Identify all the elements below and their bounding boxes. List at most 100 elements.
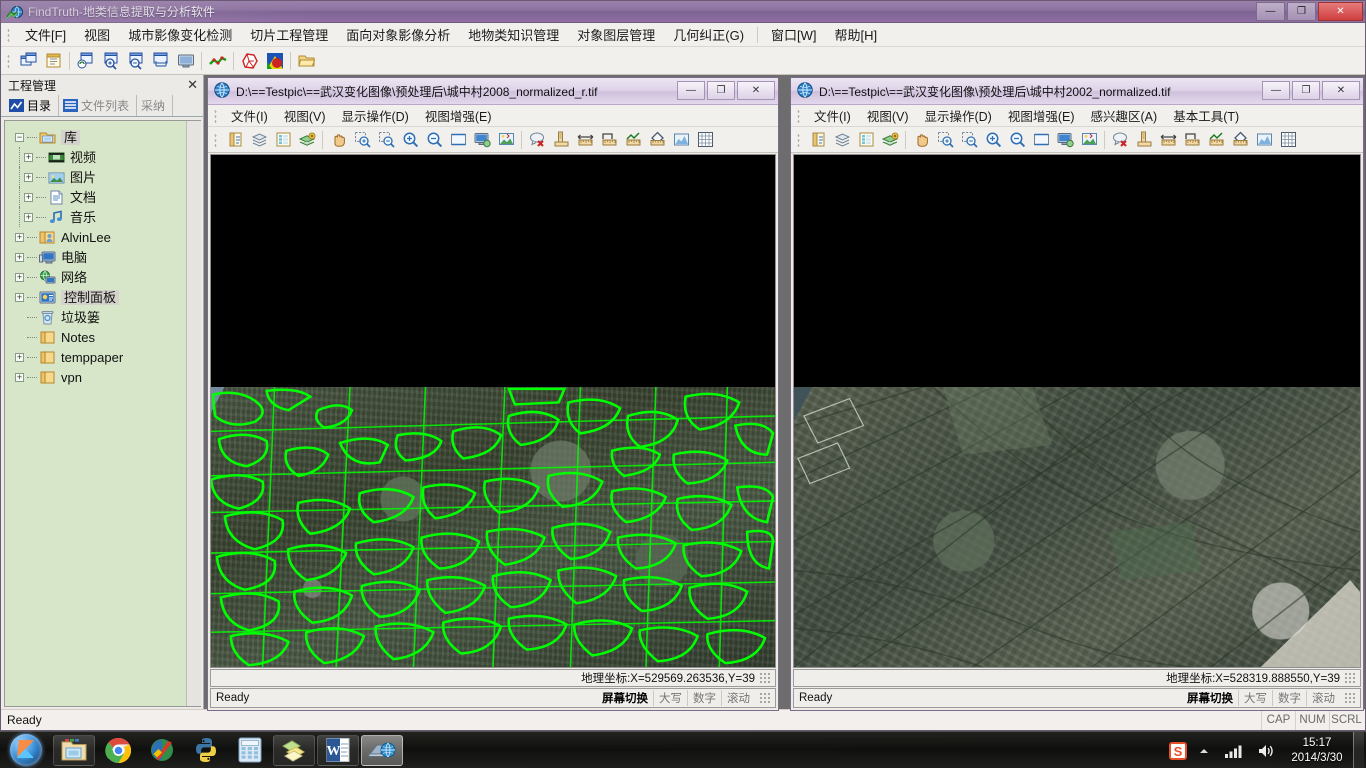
child-2-minimize-button[interactable]: — xyxy=(1262,81,1290,100)
pan-hand-icon[interactable] xyxy=(327,129,349,150)
tree-item-computer[interactable]: + 电脑 xyxy=(11,247,201,267)
tree-item-documents[interactable]: + 文档 xyxy=(11,187,201,207)
tab-filelist[interactable]: 文件列表 xyxy=(59,95,137,116)
tree-item-video[interactable]: + 视频 xyxy=(11,147,201,167)
close-icon[interactable]: ✕ xyxy=(187,77,198,93)
measure-line-icon[interactable] xyxy=(622,129,644,150)
display-monitor-icon[interactable] xyxy=(1054,129,1076,150)
zoom-in-icon[interactable] xyxy=(399,129,421,150)
taskbar-item-calculator[interactable] xyxy=(229,735,271,766)
child-1-menu-view[interactable]: 视图(V) xyxy=(276,104,334,127)
open-image-icon[interactable] xyxy=(224,129,246,150)
child-1-image-canvas[interactable] xyxy=(210,154,776,668)
measure-angle-icon[interactable] xyxy=(1133,129,1155,150)
tree-item-music[interactable]: + 音乐 xyxy=(11,207,201,227)
child-1-menu-file[interactable]: 文件(I) xyxy=(223,104,276,127)
expander-expand-icon[interactable]: + xyxy=(15,273,24,282)
open-image-icon[interactable] xyxy=(807,129,829,150)
zoom-box-out-icon[interactable] xyxy=(375,129,397,150)
expander-expand-icon[interactable]: + xyxy=(24,213,33,222)
child-2-coord-resize-grip[interactable] xyxy=(1344,672,1356,684)
menu-view[interactable]: 视图 xyxy=(75,22,119,47)
child-2-menu-roi[interactable]: 感兴趣区(A) xyxy=(1083,104,1166,127)
child-1-toolbar-grip[interactable] xyxy=(211,132,221,148)
child-2-image-canvas[interactable] xyxy=(793,154,1361,668)
clear-annotation-icon[interactable] xyxy=(1109,129,1131,150)
tree-item-network[interactable]: + 网络 xyxy=(11,267,201,287)
measure-path-icon[interactable] xyxy=(598,129,620,150)
fit-extent-icon[interactable] xyxy=(1030,129,1052,150)
layers-icon[interactable] xyxy=(831,129,853,150)
menu-tile-project[interactable]: 切片工程管理 xyxy=(241,22,337,47)
tree-item-library[interactable]: − 库 xyxy=(11,127,201,147)
tree-item-alvinlee[interactable]: + AlvinLee xyxy=(11,227,201,247)
child-2-close-button[interactable]: ✕ xyxy=(1322,81,1360,100)
zoom-box-out-icon[interactable] xyxy=(958,129,980,150)
open-window-icon[interactable] xyxy=(42,50,65,72)
menu-window[interactable]: 窗口[W] xyxy=(762,22,826,47)
child-1-titlebar[interactable]: D:\==Testpic\==武汉变化图像\预处理后\城中村2008_norma… xyxy=(208,78,778,105)
menu-help[interactable]: 帮助[H] xyxy=(826,22,887,47)
child-2-menu-file[interactable]: 文件(I) xyxy=(806,104,859,127)
vector-green-icon[interactable] xyxy=(206,50,229,72)
taskbar-clock[interactable]: 15:17 2014/3/30 xyxy=(1281,736,1353,766)
histogram-icon[interactable] xyxy=(670,129,692,150)
image-map-icon[interactable] xyxy=(1078,129,1100,150)
measure-area-icon[interactable] xyxy=(646,129,668,150)
sogou-input-icon[interactable]: S xyxy=(1165,742,1191,760)
child-2-maximize-button[interactable]: ❐ xyxy=(1292,81,1320,100)
taskbar-item-python[interactable] xyxy=(185,735,227,766)
menu-knowledge[interactable]: 地物类知识管理 xyxy=(459,22,568,47)
clear-annotation-icon[interactable] xyxy=(526,129,548,150)
classify-color-icon[interactable] xyxy=(263,50,286,72)
measure-path-icon[interactable] xyxy=(1181,129,1203,150)
tree-item-control-panel[interactable]: + 控制面板 xyxy=(11,287,201,307)
measure-distance-icon[interactable] xyxy=(574,129,596,150)
child-1-menu-display[interactable]: 显示操作(D) xyxy=(333,104,416,127)
fit-extent-icon[interactable] xyxy=(447,129,469,150)
expander-expand-icon[interactable]: + xyxy=(15,353,24,362)
taskbar-item-word[interactable]: W xyxy=(317,735,359,766)
display-monitor-icon[interactable] xyxy=(471,129,493,150)
tree-item-vpn[interactable]: + vpn xyxy=(11,367,201,387)
menu-geo-correct[interactable]: 几何纠正(G) xyxy=(664,22,753,47)
grid-icon[interactable] xyxy=(694,129,716,150)
child-2-titlebar[interactable]: D:\==Testpic\==武汉变化图像\预处理后\城中村2002_norma… xyxy=(791,78,1363,105)
expander-collapse-icon[interactable]: − xyxy=(15,133,24,142)
expander-expand-icon[interactable]: + xyxy=(24,153,33,162)
child-2-menubar-grip[interactable] xyxy=(794,108,804,124)
child-2-menu-basictool[interactable]: 基本工具(T) xyxy=(1165,104,1247,127)
child-2-menu-view[interactable]: 视图(V) xyxy=(859,104,917,127)
child-1-coord-resize-grip[interactable] xyxy=(759,672,771,684)
child-1-close-button[interactable]: ✕ xyxy=(737,81,775,100)
taskbar-item-findtruth[interactable] xyxy=(361,735,403,766)
expander-expand-icon[interactable]: + xyxy=(15,253,24,262)
start-button[interactable] xyxy=(0,733,52,768)
menu-file[interactable]: 文件[F] xyxy=(16,22,75,47)
taskbar-item-explorer[interactable] xyxy=(53,735,95,766)
zoom-box-in-icon[interactable] xyxy=(351,129,373,150)
menu-urban-change[interactable]: 城市影像变化检测 xyxy=(119,22,241,47)
child-1-resize-grip[interactable] xyxy=(759,692,771,704)
menubar-grip[interactable] xyxy=(4,27,14,43)
pan-hand-icon[interactable] xyxy=(910,129,932,150)
tab-catalog[interactable]: 目录 xyxy=(5,95,59,116)
signal-bars-icon[interactable] xyxy=(1217,743,1251,759)
taskbar-item-chrome[interactable] xyxy=(97,735,139,766)
app-close-button[interactable]: ✕ xyxy=(1318,2,1363,21)
measure-angle-icon[interactable] xyxy=(550,129,572,150)
tree-item-temppaper[interactable]: + temppaper xyxy=(11,347,201,367)
expander-expand-icon[interactable]: + xyxy=(15,293,24,302)
layers-icon[interactable] xyxy=(248,129,270,150)
show-desktop-button[interactable] xyxy=(1353,732,1364,768)
layer-list-icon[interactable] xyxy=(855,129,877,150)
child-2-menu-display[interactable]: 显示操作(D) xyxy=(916,104,999,127)
image-map-icon[interactable] xyxy=(495,129,517,150)
child-2-menu-enhance[interactable]: 视图增强(E) xyxy=(1000,104,1083,127)
zoom-out-icon[interactable] xyxy=(423,129,445,150)
grid-icon[interactable] xyxy=(1277,129,1299,150)
app-maximize-button[interactable]: ❐ xyxy=(1287,2,1316,21)
zoom-in-icon[interactable] xyxy=(982,129,1004,150)
tree-item-notes[interactable]: Notes xyxy=(11,327,201,347)
toolbar-grip-1[interactable] xyxy=(4,53,14,69)
